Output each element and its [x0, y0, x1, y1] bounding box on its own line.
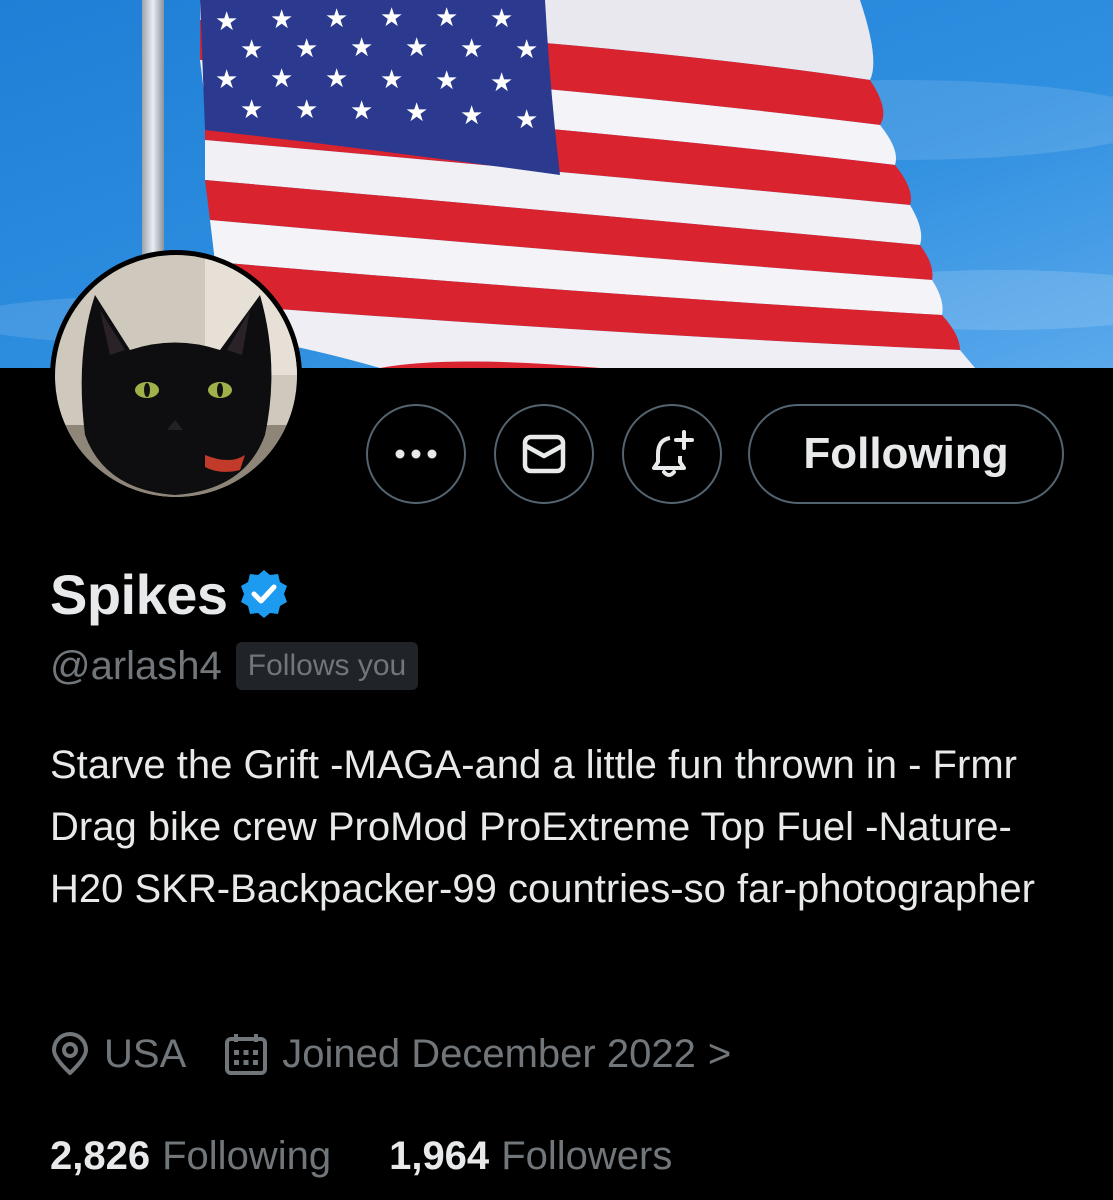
following-stat-link[interactable]: 2,826 Following — [50, 1134, 331, 1179]
location-text: USA — [104, 1031, 187, 1076]
notifications-button[interactable] — [622, 404, 722, 504]
chevron-right-icon: > — [707, 1031, 732, 1076]
envelope-icon — [522, 434, 566, 474]
following-button[interactable]: Following — [748, 404, 1064, 504]
svg-text:★: ★ — [240, 95, 263, 125]
location-item: USA — [50, 1032, 186, 1077]
svg-text:★: ★ — [350, 96, 373, 126]
calendar-icon — [225, 1034, 268, 1075]
svg-text:★: ★ — [490, 4, 513, 34]
svg-text:★: ★ — [490, 68, 513, 98]
joined-item[interactable]: Joined December 2022 > — [224, 1032, 731, 1077]
display-name: Spikes — [50, 562, 228, 626]
more-horizontal-icon — [395, 449, 437, 459]
svg-text:★: ★ — [295, 95, 318, 125]
bell-plus-icon — [652, 430, 694, 477]
svg-text:★: ★ — [350, 33, 373, 63]
svg-text:★: ★ — [405, 98, 428, 128]
svg-text:★: ★ — [435, 66, 458, 96]
svg-text:★: ★ — [515, 105, 538, 135]
profile-name-row: Spikes — [50, 556, 290, 632]
svg-text:★: ★ — [215, 7, 238, 37]
location-pin-icon — [52, 1032, 88, 1075]
svg-text:★: ★ — [215, 65, 238, 95]
follow-stats-row: 2,826 Following 1,964 Followers — [50, 1126, 672, 1186]
following-label: Following — [162, 1133, 332, 1178]
following-count: 2,826 — [50, 1133, 151, 1178]
svg-text:★: ★ — [295, 34, 318, 64]
svg-text:★: ★ — [460, 101, 483, 131]
black-cat-avatar-image — [55, 255, 297, 497]
verified-badge-icon[interactable] — [238, 568, 290, 620]
svg-text:★: ★ — [380, 65, 403, 95]
more-options-button[interactable] — [366, 404, 466, 504]
svg-text:★: ★ — [515, 35, 538, 65]
profile-bio: Starve the Grift -MAGA-and a little fun … — [50, 743, 1035, 911]
svg-text:★: ★ — [270, 64, 293, 94]
svg-text:★: ★ — [435, 3, 458, 33]
svg-text:★: ★ — [270, 5, 293, 35]
follows-you-badge: Follows you — [235, 642, 419, 690]
svg-text:★: ★ — [325, 4, 348, 34]
username-handle: @arlash4 — [50, 643, 222, 688]
svg-text:★: ★ — [405, 33, 428, 63]
message-button[interactable] — [494, 404, 594, 504]
followers-count: 1,964 — [389, 1133, 490, 1178]
profile-meta-row: USA Joined December 2022 > — [50, 1024, 731, 1084]
followers-label: Followers — [501, 1133, 673, 1178]
svg-text:★: ★ — [325, 64, 348, 94]
joined-date-text: Joined December 2022 — [282, 1031, 696, 1076]
avatar[interactable] — [50, 250, 302, 502]
svg-text:★: ★ — [460, 34, 483, 64]
svg-text:★: ★ — [240, 35, 263, 65]
followers-stat-link[interactable]: 1,964 Followers — [389, 1134, 672, 1179]
svg-text:★: ★ — [380, 3, 403, 33]
handle-row: @arlash4 Follows you — [50, 640, 419, 692]
